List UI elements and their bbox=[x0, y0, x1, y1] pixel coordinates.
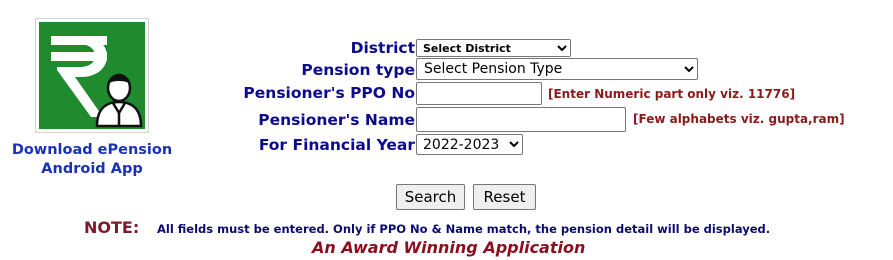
district-select[interactable]: Select District bbox=[416, 39, 571, 57]
download-app-link-line2: Android App bbox=[41, 161, 143, 177]
pensioner-name-hint: [Few alphabets viz. gupta,ram] bbox=[633, 112, 845, 126]
pension-type-select[interactable]: Select Pension Type bbox=[416, 58, 698, 80]
pensioner-name-label: Pensioner's Name bbox=[258, 111, 415, 129]
financial-year-select[interactable]: 2022-2023 bbox=[416, 134, 523, 155]
financial-year-label: For Financial Year bbox=[258, 136, 415, 154]
ppo-number-hint: [Enter Numeric part only viz. 11776] bbox=[548, 87, 796, 101]
download-app-link-line1: Download ePension bbox=[11, 142, 173, 158]
note-label: NOTE: bbox=[84, 218, 140, 237]
pensioner-name-input[interactable] bbox=[416, 107, 626, 132]
ppo-number-label: Pensioner's PPO No bbox=[243, 84, 415, 102]
pension-type-label: Pension type bbox=[301, 61, 415, 79]
rupee-person-icon bbox=[39, 22, 145, 129]
district-label: District bbox=[350, 39, 415, 57]
search-button[interactable]: Search bbox=[396, 184, 465, 210]
reset-button[interactable]: Reset bbox=[473, 184, 536, 210]
download-app-link[interactable]: Download ePension Android App bbox=[0, 141, 184, 179]
award-tagline: An Award Winning Application bbox=[312, 238, 586, 257]
epension-app-logo[interactable] bbox=[35, 18, 149, 133]
note-text: All fields must be entered. Only if PPO … bbox=[157, 222, 771, 236]
ppo-number-input[interactable] bbox=[416, 82, 542, 105]
